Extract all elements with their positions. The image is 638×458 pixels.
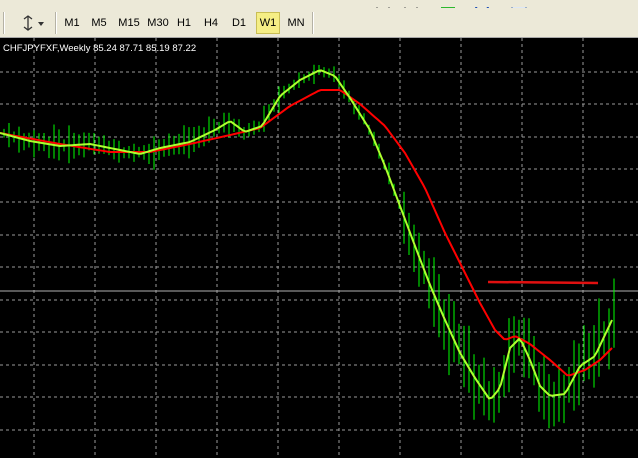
chart-background xyxy=(0,38,638,458)
toolbar-separator xyxy=(55,12,57,34)
drawing-tools-button[interactable] xyxy=(14,12,48,34)
chart-canvas[interactable]: CHFJPYFXF,Weekly 85.24 87.71 85.19 87.22 xyxy=(0,38,638,458)
arrows-icon xyxy=(23,15,44,31)
timeframe-toolbar: M1 M5 M15 M30 H1 H4 D1 W1 MN xyxy=(0,8,638,38)
red-trend-segment[interactable] xyxy=(487,280,599,285)
chart-symbol-label: CHFJPYFXF,Weekly 85.24 87.71 85.19 87.22 xyxy=(3,43,196,54)
timeframe-h4-button[interactable]: H4 xyxy=(199,12,223,34)
toolbar-separator xyxy=(3,12,5,34)
timeframe-m15-button[interactable]: M15 xyxy=(115,12,143,34)
timeframe-mn-button[interactable]: MN xyxy=(284,12,308,34)
price-chart[interactable]: CHFJPYFXF,Weekly 85.24 87.71 85.19 87.22 xyxy=(0,38,638,458)
timeframe-w1-button[interactable]: W1 xyxy=(256,12,280,34)
top-toolbar-strip xyxy=(0,0,638,8)
timeframe-m5-button[interactable]: M5 xyxy=(87,12,111,34)
timeframe-h1-button[interactable]: H1 xyxy=(172,12,196,34)
timeframe-m30-button[interactable]: M30 xyxy=(144,12,172,34)
toolbar-separator xyxy=(312,12,314,34)
timeframe-m1-button[interactable]: M1 xyxy=(60,12,84,34)
timeframe-d1-button[interactable]: D1 xyxy=(227,12,251,34)
